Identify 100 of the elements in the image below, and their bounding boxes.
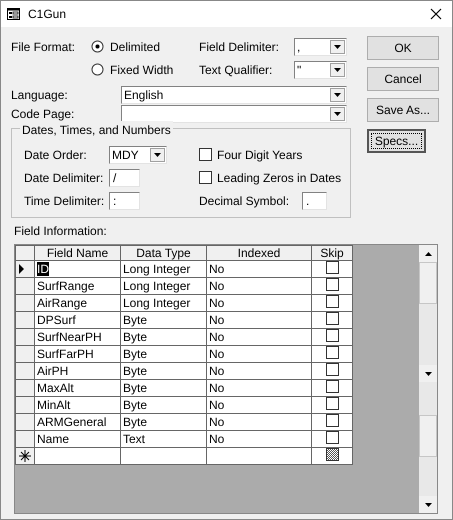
field-label: Field Delimiter: xyxy=(199,38,280,56)
table-cell[interactable]: ARMGeneral xyxy=(34,414,120,430)
field-label: Date Delimiter: xyxy=(24,170,104,186)
date-order-dropdown[interactable]: MDY xyxy=(109,146,167,164)
table-cell[interactable]: Byte xyxy=(120,328,206,346)
table-cell[interactable]: Byte xyxy=(120,414,206,430)
caret-icon xyxy=(333,92,342,98)
table-cell[interactable]: Name xyxy=(34,430,120,448)
table-cell[interactable]: SurfFarPH xyxy=(34,346,120,362)
skip-checkbox[interactable] xyxy=(326,312,338,325)
skip-checkbox[interactable] xyxy=(326,414,338,427)
skip-checkbox[interactable] xyxy=(326,397,338,410)
skip-checkbox[interactable] xyxy=(326,261,338,274)
date-delimiter-field[interactable]: / xyxy=(109,168,140,186)
field-label: Decimal Symbol: xyxy=(199,192,290,210)
field-label: Text Qualifier: xyxy=(199,62,274,78)
close-button[interactable] xyxy=(430,8,442,20)
table-cell[interactable]: No xyxy=(206,260,312,278)
table-cell[interactable]: Text xyxy=(120,430,206,448)
table-cell[interactable]: No xyxy=(206,380,312,396)
scroll-down-button[interactable] xyxy=(419,496,437,513)
table-cell[interactable]: Long Integer xyxy=(120,278,206,294)
caret-icon xyxy=(333,66,342,72)
dropdown-button[interactable] xyxy=(330,40,345,54)
close-icon xyxy=(430,8,442,20)
caret-icon xyxy=(153,152,162,158)
field-label: Time Delimiter: xyxy=(24,192,106,210)
text-qualifier-dropdown[interactable]: " xyxy=(294,60,347,78)
table-cell[interactable]: Byte xyxy=(120,396,206,414)
radio-button[interactable] xyxy=(91,40,104,53)
table-cell[interactable]: No xyxy=(206,430,312,448)
table-cell[interactable]: MinAlt xyxy=(34,396,120,414)
table-cell[interactable]: No xyxy=(206,362,312,380)
language-dropdown[interactable]: English xyxy=(121,86,347,104)
table-cell[interactable]: Byte xyxy=(120,346,206,362)
caret-icon xyxy=(333,44,342,50)
table-cell[interactable]: No xyxy=(206,312,312,328)
current-row-icon xyxy=(16,262,26,276)
radio-button[interactable] xyxy=(91,63,104,76)
skip-checkbox[interactable] xyxy=(326,278,338,291)
dropdown-button[interactable] xyxy=(330,88,345,102)
dialog-button[interactable]: Specs... xyxy=(367,129,426,153)
scroll-down-button[interactable] xyxy=(419,365,437,382)
dialog-button[interactable]: OK xyxy=(367,36,439,60)
row-selector[interactable] xyxy=(16,260,34,278)
skip-checkbox[interactable] xyxy=(326,295,338,308)
table-cell[interactable]: MaxAlt xyxy=(34,380,120,396)
skip-checkbox[interactable] xyxy=(326,431,338,444)
table-cell[interactable]: Byte xyxy=(120,312,206,328)
column-header[interactable]: Skip xyxy=(312,246,352,260)
dialog-button[interactable]: Save As... xyxy=(367,98,439,122)
checkbox[interactable]: Four Digit Years xyxy=(199,146,302,164)
table-cell[interactable]: No xyxy=(206,414,312,430)
dropdown-button[interactable] xyxy=(330,106,345,120)
field-label: File Format: xyxy=(11,38,76,56)
time-delimiter-field[interactable]: : xyxy=(109,192,140,210)
scroll-up-button[interactable] xyxy=(419,245,437,262)
field-label: Field Information: xyxy=(14,223,108,240)
scrollbar-thumb[interactable] xyxy=(419,262,437,304)
field-label: Date Order: xyxy=(24,146,88,164)
skip-checkbox[interactable] xyxy=(326,346,338,359)
checkbox[interactable]: Leading Zeros in Dates xyxy=(199,168,342,186)
code-page-dropdown[interactable] xyxy=(121,104,347,122)
scrollbar-thumb[interactable] xyxy=(419,415,437,457)
asterisk-icon xyxy=(19,450,31,462)
table-cell[interactable]: Byte xyxy=(120,362,206,380)
field-delimiter-dropdown[interactable]: , xyxy=(294,38,347,56)
column-header[interactable]: Data Type xyxy=(120,246,206,260)
column-header[interactable]: Indexed xyxy=(206,246,312,260)
skip-checkbox[interactable] xyxy=(326,329,338,342)
decimal-symbol-field[interactable]: . xyxy=(302,192,327,210)
table-cell[interactable]: AirRange xyxy=(34,294,120,312)
table-cell[interactable]: No xyxy=(206,294,312,312)
dialog-button[interactable]: Cancel xyxy=(367,67,439,91)
table-cell[interactable]: No xyxy=(206,328,312,346)
table-cell[interactable]: AirPH xyxy=(34,362,120,380)
caret-icon xyxy=(424,370,432,376)
row-selector[interactable] xyxy=(16,448,34,464)
up-arrow-icon xyxy=(424,250,432,256)
radio-label[interactable]: Delimited xyxy=(110,38,160,56)
skip-checkbox[interactable] xyxy=(326,363,338,376)
table-cell[interactable]: Byte xyxy=(120,380,206,396)
table-cell[interactable]: Long Integer xyxy=(120,260,206,278)
dropdown-button[interactable] xyxy=(150,148,165,162)
skip-checkbox[interactable] xyxy=(326,380,338,393)
field-label: Code Page: xyxy=(11,106,76,122)
table-cell[interactable]: DPSurf xyxy=(34,312,120,328)
form-icon xyxy=(7,8,20,20)
table-cell[interactable]: ID xyxy=(34,260,120,278)
column-header[interactable]: Field Name xyxy=(34,246,120,260)
table-cell[interactable]: Long Integer xyxy=(120,294,206,312)
field-label: Language: xyxy=(11,86,69,104)
table-cell[interactable]: No xyxy=(206,278,312,294)
radio-label[interactable]: Fixed Width xyxy=(110,60,174,78)
dropdown-button[interactable] xyxy=(330,62,345,76)
scrollbar[interactable] xyxy=(419,245,437,513)
table-cell[interactable]: SurfRange xyxy=(34,278,120,294)
table-cell[interactable]: No xyxy=(206,396,312,414)
table-cell[interactable]: No xyxy=(206,346,312,362)
table-cell[interactable]: SurfNearPH xyxy=(34,328,120,346)
